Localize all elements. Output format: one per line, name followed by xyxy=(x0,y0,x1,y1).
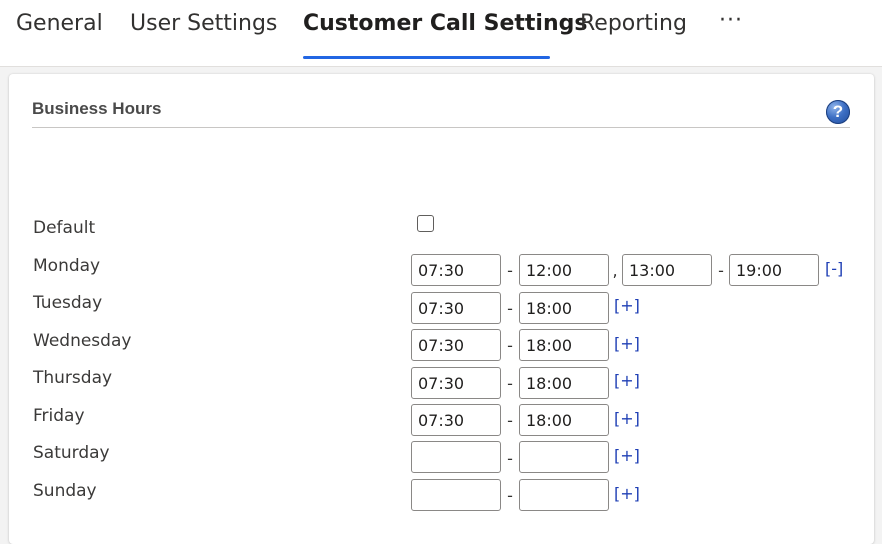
tab-general[interactable]: General xyxy=(16,9,103,39)
monday-end2-input[interactable] xyxy=(729,254,819,286)
period-separator: , xyxy=(612,261,618,280)
range-separator: - xyxy=(507,486,513,505)
add-period-link[interactable]: [+] xyxy=(614,409,640,428)
day-label-sunday: Sunday xyxy=(33,481,97,501)
sunday-end-input[interactable] xyxy=(519,479,609,511)
range-separator: - xyxy=(507,261,513,280)
thursday-end-input[interactable] xyxy=(519,367,609,399)
help-icon[interactable]: ? xyxy=(826,100,850,124)
range-separator: - xyxy=(507,336,513,355)
tab-user-settings[interactable]: User Settings xyxy=(130,9,277,39)
monday-start-input[interactable] xyxy=(411,254,501,286)
tuesday-end-input[interactable] xyxy=(519,292,609,324)
thursday-start-input[interactable] xyxy=(411,367,501,399)
day-label-friday: Friday xyxy=(33,406,85,426)
wednesday-end-input[interactable] xyxy=(519,329,609,361)
more-tabs-button[interactable]: ··· xyxy=(713,6,749,36)
section-divider xyxy=(32,127,850,128)
range-separator: - xyxy=(507,374,513,393)
section-title: Business Hours xyxy=(32,99,162,118)
tab-customer-call-settings[interactable]: Customer Call Settings xyxy=(303,9,587,39)
default-checkbox[interactable] xyxy=(417,215,434,232)
day-label-monday: Monday xyxy=(33,256,101,276)
add-period-link[interactable]: [+] xyxy=(614,334,640,353)
monday-end-input[interactable] xyxy=(519,254,609,286)
saturday-end-input[interactable] xyxy=(519,441,609,473)
wednesday-start-input[interactable] xyxy=(411,329,501,361)
tuesday-start-input[interactable] xyxy=(411,292,501,324)
day-label-thursday: Thursday xyxy=(33,368,113,388)
active-tab-indicator xyxy=(303,56,550,59)
add-period-link[interactable]: [+] xyxy=(614,446,640,465)
monday-start2-input[interactable] xyxy=(622,254,712,286)
day-label-tuesday: Tuesday xyxy=(33,293,103,313)
day-label-wednesday: Wednesday xyxy=(33,331,132,351)
default-label: Default xyxy=(33,218,96,238)
friday-start-input[interactable] xyxy=(411,404,501,436)
day-label-saturday: Saturday xyxy=(33,443,110,463)
tab-bar: General User Settings Customer Call Sett… xyxy=(0,0,882,67)
add-period-link[interactable]: [+] xyxy=(614,371,640,390)
range-separator: - xyxy=(507,411,513,430)
sunday-start-input[interactable] xyxy=(411,479,501,511)
business-hours-card: Business Hours ? Default Monday - , - [-… xyxy=(9,74,874,544)
range-separator: - xyxy=(507,299,513,318)
remove-period-link[interactable]: [-] xyxy=(825,259,843,278)
range-separator: - xyxy=(718,261,724,280)
add-period-link[interactable]: [+] xyxy=(614,296,640,315)
tab-reporting[interactable]: Reporting xyxy=(580,9,687,39)
add-period-link[interactable]: [+] xyxy=(614,484,640,503)
range-separator: - xyxy=(507,449,513,468)
friday-end-input[interactable] xyxy=(519,404,609,436)
saturday-start-input[interactable] xyxy=(411,441,501,473)
